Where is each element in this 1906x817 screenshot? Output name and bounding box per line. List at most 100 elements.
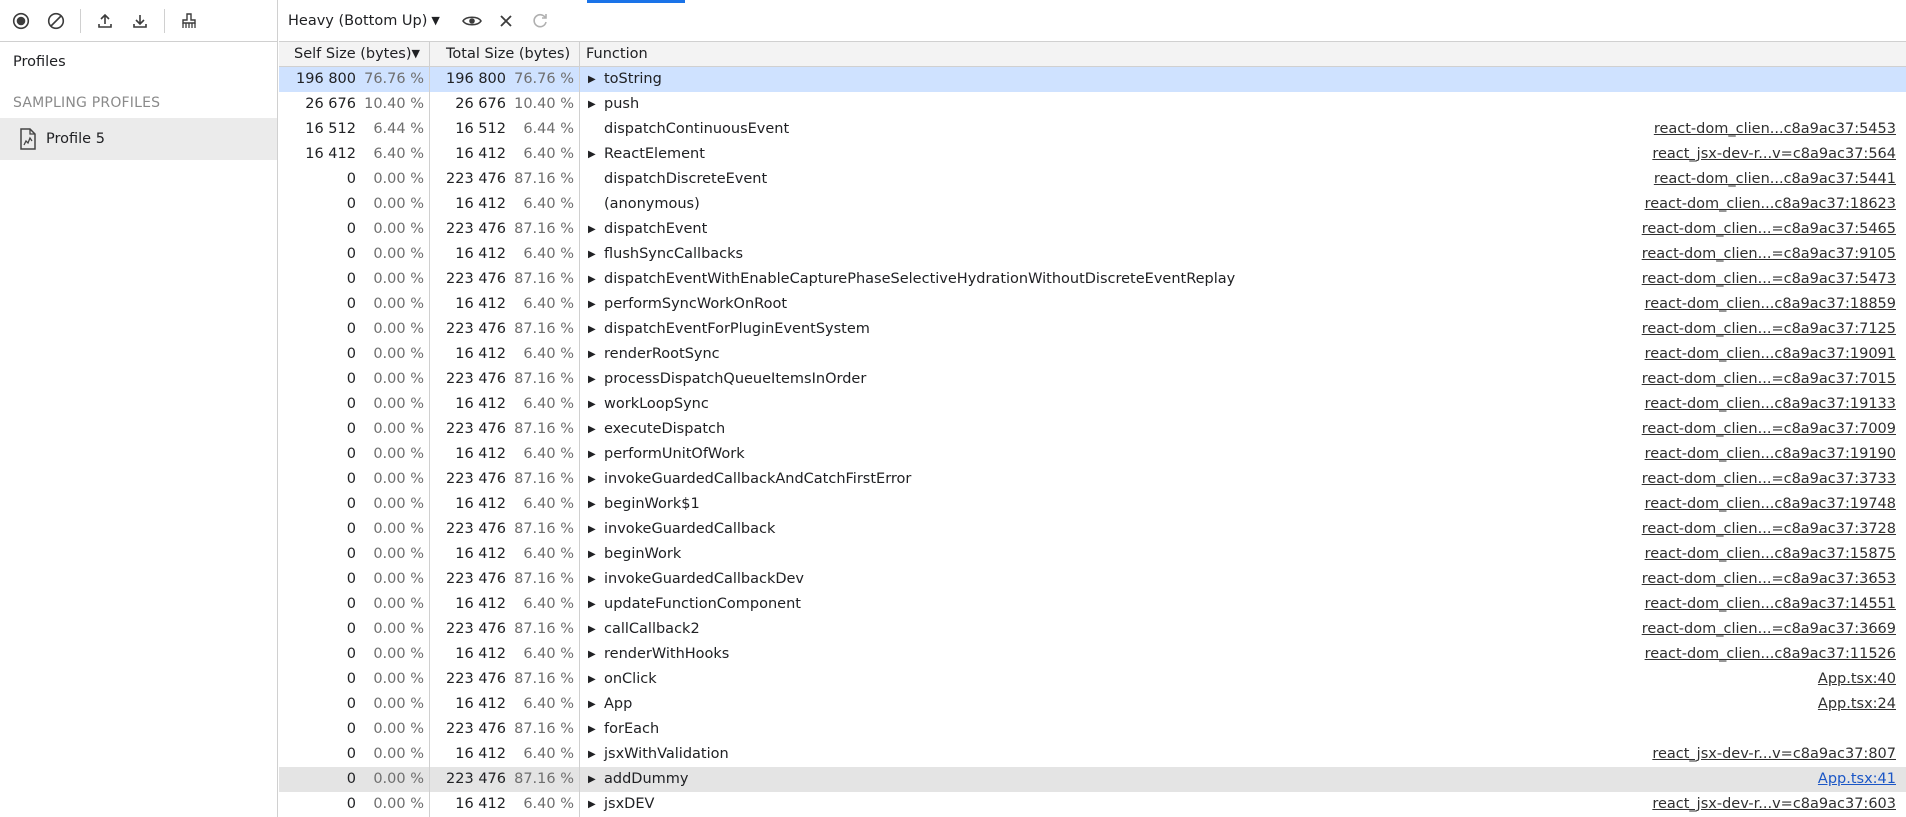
source-link[interactable]: react-dom_clien...=c8a9ac37:9105 <box>1642 242 1896 267</box>
source-link[interactable]: react_jsx-dev-r...v=c8a9ac37:564 <box>1652 142 1896 167</box>
table-row[interactable]: 0 0.00 % 223 476 87.16 % ▶ invokeGuardedCallb… <box>279 517 1906 542</box>
source-link[interactable]: react-dom_clien...c8a9ac37:18623 <box>1645 192 1896 217</box>
table-row[interactable]: 0 0.00 % 223 476 87.16 % ▶ dispatchEventWithE… <box>279 267 1906 292</box>
expand-arrow-icon[interactable]: ▶ <box>588 217 604 242</box>
source-link[interactable]: react-dom_clien...c8a9ac37:19190 <box>1645 442 1896 467</box>
source-link[interactable]: react-dom_clien...=c8a9ac37:3669 <box>1642 617 1896 642</box>
expand-arrow-icon[interactable]: ▶ <box>588 242 604 267</box>
table-row[interactable]: 0 0.00 % 223 476 87.16 % ▶ onClick App.tsx:40 <box>279 667 1906 692</box>
source-link[interactable]: react-dom_clien...c8a9ac37:5453 <box>1654 117 1896 142</box>
table-row[interactable]: 0 0.00 % 223 476 87.16 % ▶ processDispatchQue… <box>279 367 1906 392</box>
expand-arrow-icon[interactable]: ▶ <box>588 492 604 517</box>
table-row[interactable]: 0 0.00 % 16 412 6.40 % ▶ beginWork$1 react-dom… <box>279 492 1906 517</box>
table-row[interactable]: 26 676 10.40 % 26 676 10.40 % ▶ push <box>279 92 1906 117</box>
table-row[interactable]: 0 0.00 % 223 476 87.16 % ▶ dispatchEventForPl… <box>279 317 1906 342</box>
table-row[interactable]: 0 0.00 % 16 412 6.40 % (anonymous) react-dom_… <box>279 192 1906 217</box>
table-row[interactable]: 0 0.00 % 16 412 6.40 % ▶ beginWork react-dom_c… <box>279 542 1906 567</box>
source-link[interactable]: react-dom_clien...c8a9ac37:5441 <box>1654 167 1896 192</box>
expand-arrow-icon[interactable]: ▶ <box>588 517 604 542</box>
table-row[interactable]: 0 0.00 % 223 476 87.16 % ▶ forEach <box>279 717 1906 742</box>
download-icon[interactable] <box>128 9 152 33</box>
expand-arrow-icon[interactable]: ▶ <box>588 142 604 167</box>
expand-arrow-icon[interactable]: ▶ <box>588 317 604 342</box>
expand-arrow-icon[interactable]: ▶ <box>588 667 604 692</box>
expand-arrow-icon[interactable]: ▶ <box>588 442 604 467</box>
source-link[interactable]: react_jsx-dev-r...v=c8a9ac37:807 <box>1652 742 1896 767</box>
record-icon[interactable] <box>9 9 33 33</box>
table-row[interactable]: 0 0.00 % 16 412 6.40 % ▶ updateFunctionCompon… <box>279 592 1906 617</box>
expand-arrow-icon[interactable]: ▶ <box>588 467 604 492</box>
expand-arrow-icon[interactable]: ▶ <box>588 267 604 292</box>
source-link[interactable]: react-dom_clien...c8a9ac37:15875 <box>1645 542 1896 567</box>
table-row[interactable]: 196 800 76.76 % 196 800 76.76 % ▶ toString <box>279 67 1906 92</box>
view-mode-select[interactable]: Heavy (Bottom Up) ▼ <box>288 6 446 36</box>
expand-arrow-icon[interactable]: ▶ <box>588 417 604 442</box>
source-link[interactable]: react-dom_clien...c8a9ac37:19748 <box>1645 492 1896 517</box>
expand-arrow-icon[interactable]: ▶ <box>588 792 604 817</box>
source-link[interactable]: react-dom_clien...=c8a9ac37:7009 <box>1642 417 1896 442</box>
expand-arrow-icon[interactable]: ▶ <box>588 567 604 592</box>
expand-arrow-icon[interactable]: ▶ <box>588 367 604 392</box>
table-row[interactable]: 0 0.00 % 16 412 6.40 % ▶ jsxWithValidation rea… <box>279 742 1906 767</box>
column-header-self-size[interactable]: Self Size (bytes) ▼ <box>279 42 430 67</box>
source-link[interactable]: react-dom_clien...=c8a9ac37:5465 <box>1642 217 1896 242</box>
expand-arrow-icon[interactable]: ▶ <box>588 392 604 417</box>
table-row[interactable]: 0 0.00 % 16 412 6.40 % ▶ renderRootSync react-… <box>279 342 1906 367</box>
eye-icon[interactable] <box>460 9 484 33</box>
table-row[interactable]: 0 0.00 % 223 476 87.16 % ▶ dispatchEvent react… <box>279 217 1906 242</box>
expand-arrow-icon[interactable]: ▶ <box>588 67 604 92</box>
expand-arrow-icon[interactable]: ▶ <box>588 617 604 642</box>
table-row[interactable]: 0 0.00 % 223 476 87.16 % ▶ invokeGuardedCallb… <box>279 467 1906 492</box>
column-header-function[interactable]: Function <box>580 42 1906 67</box>
self-size-value: 16 412 <box>305 146 356 162</box>
column-header-total-size[interactable]: Total Size (bytes) <box>430 42 580 67</box>
expand-arrow-icon[interactable]: ▶ <box>588 767 604 792</box>
expand-arrow-icon[interactable]: ▶ <box>588 592 604 617</box>
table-row[interactable]: 0 0.00 % 223 476 87.16 % ▶ executeDispatch rea… <box>279 417 1906 442</box>
table-row[interactable]: 0 0.00 % 223 476 87.16 % dispatchDiscreteEve… <box>279 167 1906 192</box>
source-link[interactable]: react-dom_clien...c8a9ac37:11526 <box>1645 642 1896 667</box>
source-link[interactable]: react-dom_clien...=c8a9ac37:5473 <box>1642 267 1896 292</box>
table-row[interactable]: 0 0.00 % 16 412 6.40 % ▶ jsxDEV react_jsx-dev-… <box>279 792 1906 817</box>
expand-arrow-icon[interactable]: ▶ <box>588 342 604 367</box>
table-row[interactable]: 16 512 6.44 % 16 512 6.44 % dispatchContinuo… <box>279 117 1906 142</box>
table-row[interactable]: 0 0.00 % 16 412 6.40 % ▶ workLoopSync react-do… <box>279 392 1906 417</box>
source-link[interactable]: react-dom_clien...c8a9ac37:18859 <box>1645 292 1896 317</box>
table-row[interactable]: 0 0.00 % 16 412 6.40 % ▶ renderWithHooks react… <box>279 642 1906 667</box>
expand-arrow-icon[interactable]: ▶ <box>588 292 604 317</box>
table-row[interactable]: 0 0.00 % 16 412 6.40 % ▶ App App.tsx:24 <box>279 692 1906 717</box>
self-size-percent: 0.00 % <box>373 446 424 462</box>
upload-icon[interactable] <box>93 9 117 33</box>
source-link[interactable]: react-dom_clien...=c8a9ac37:7015 <box>1642 367 1896 392</box>
table-row[interactable]: 0 0.00 % 223 476 87.16 % ▶ callCallback2 react… <box>279 617 1906 642</box>
source-link[interactable]: react-dom_clien...c8a9ac37:14551 <box>1645 592 1896 617</box>
source-link[interactable]: react-dom_clien...=c8a9ac37:3653 <box>1642 567 1896 592</box>
expand-arrow-icon[interactable]: ▶ <box>588 642 604 667</box>
table-row[interactable]: 0 0.00 % 16 412 6.40 % ▶ performSyncWorkOnRoo… <box>279 292 1906 317</box>
table-row[interactable]: 0 0.00 % 16 412 6.40 % ▶ flushSyncCallbacks re… <box>279 242 1906 267</box>
clear-icon[interactable] <box>44 9 68 33</box>
table-row[interactable]: 0 0.00 % 16 412 6.40 % ▶ performUnitOfWork rea… <box>279 442 1906 467</box>
profile-item[interactable]: Profile 5 <box>0 118 277 160</box>
source-link[interactable]: react_jsx-dev-r...v=c8a9ac37:603 <box>1652 792 1896 817</box>
source-link[interactable]: App.tsx:40 <box>1818 667 1896 692</box>
expand-arrow-icon[interactable]: ▶ <box>588 92 604 117</box>
source-link[interactable]: react-dom_clien...c8a9ac37:19133 <box>1645 392 1896 417</box>
source-link[interactable]: react-dom_clien...=c8a9ac37:7125 <box>1642 317 1896 342</box>
expand-arrow-icon[interactable]: ▶ <box>588 717 604 742</box>
expand-arrow-icon[interactable]: ▶ <box>588 742 604 767</box>
source-link[interactable]: react-dom_clien...c8a9ac37:19091 <box>1645 342 1896 367</box>
source-link[interactable]: react-dom_clien...=c8a9ac37:3733 <box>1642 467 1896 492</box>
garbage-collect-icon[interactable] <box>177 9 201 33</box>
table-row[interactable]: 0 0.00 % 223 476 87.16 % ▶ addDummy App.tsx:41 <box>279 767 1906 792</box>
expand-arrow-icon[interactable]: ▶ <box>588 542 604 567</box>
table-row[interactable]: 0 0.00 % 223 476 87.16 % ▶ invokeGuardedCallb… <box>279 567 1906 592</box>
reload-icon[interactable] <box>528 9 552 33</box>
total-size-cell: 223 476 87.16 % <box>430 367 580 392</box>
source-link[interactable]: react-dom_clien...=c8a9ac37:3728 <box>1642 517 1896 542</box>
source-link[interactable]: App.tsx:41 <box>1818 767 1896 792</box>
table-row[interactable]: 16 412 6.40 % 16 412 6.40 % ▶ ReactElement rea… <box>279 142 1906 167</box>
close-icon[interactable] <box>494 9 518 33</box>
expand-arrow-icon[interactable]: ▶ <box>588 692 604 717</box>
source-link[interactable]: App.tsx:24 <box>1818 692 1896 717</box>
